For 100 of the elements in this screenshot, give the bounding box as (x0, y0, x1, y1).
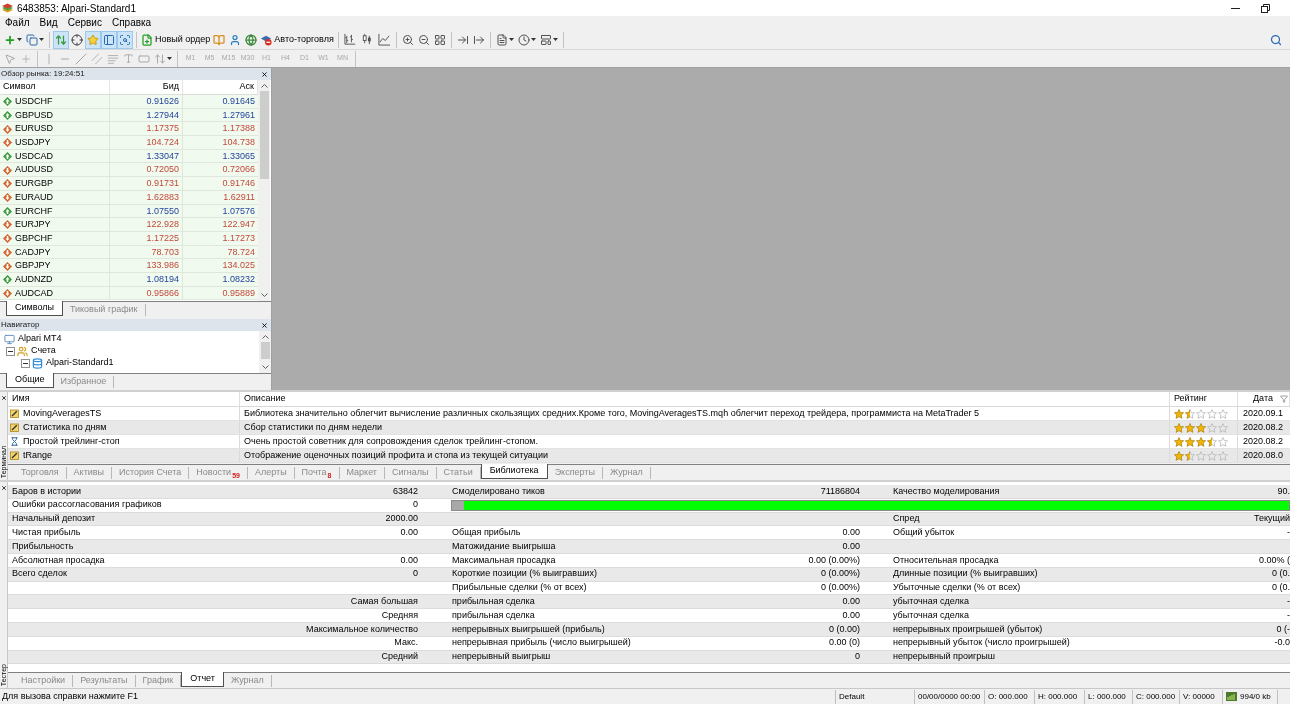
panel-title: Обзор рынка: 19:24:51 (1, 69, 85, 79)
new-order-button[interactable]: Новый ордер (140, 30, 212, 49)
toggle-button[interactable] (85, 30, 101, 49)
stat-label: Относительная просадка (893, 553, 999, 567)
collapse-icon[interactable] (6, 346, 15, 356)
menu-item[interactable]: Справка (106, 17, 157, 29)
star-icon (1196, 450, 1206, 461)
stat-label: Баров в истории (12, 484, 82, 498)
search-button[interactable] (1270, 33, 1282, 46)
stat-value: 0.00 (842, 595, 860, 609)
stat-label: непрерывный убыток (число проигрышей) (893, 636, 1070, 650)
filter-icon[interactable] (1280, 395, 1288, 403)
minimize-icon (1230, 7, 1240, 9)
down-arrow-icon (3, 247, 12, 257)
collapse-icon[interactable] (21, 358, 30, 368)
date-text: 2020.08.0 (1243, 448, 1284, 462)
column-header[interactable]: Рейтинг (1174, 392, 1208, 406)
stat-label: Общий убыток (893, 526, 955, 540)
toggle-button[interactable] (53, 30, 69, 49)
stat-value: 63842 (392, 484, 418, 498)
tab[interactable]: Сигналы (385, 467, 437, 479)
crosshair-icon (71, 33, 83, 46)
close-button[interactable] (0, 395, 7, 401)
menu-item[interactable]: Файл (0, 17, 35, 29)
tab[interactable]: Маркет (339, 467, 385, 479)
star-icon (1174, 436, 1184, 447)
tree-item[interactable]: Счета (31, 344, 56, 358)
bar-chart-icon (343, 33, 357, 46)
ask-price: 1.08232 (222, 272, 255, 286)
auto-trading-button[interactable]: Авто-торговля (259, 30, 335, 49)
tab[interactable]: Журнал (223, 675, 272, 687)
star-icon (1185, 422, 1195, 433)
scrollbar[interactable] (258, 80, 270, 301)
ask-price: 0.91645 (222, 95, 255, 108)
star-icon (1218, 408, 1228, 419)
symbol-name: CADJPY (15, 245, 51, 259)
tab[interactable]: Журнал (602, 467, 651, 479)
scroll-thumb[interactable] (260, 342, 270, 359)
tab[interactable]: Общие (6, 373, 54, 388)
stat-label: Чистая прибыль (12, 526, 81, 540)
down-arrow-icon (3, 193, 12, 203)
column-header[interactable]: Описание (244, 392, 286, 406)
close-button[interactable] (261, 321, 268, 329)
tab[interactable]: История Счета (112, 467, 190, 479)
menu-item[interactable]: Сервис (62, 17, 107, 29)
stat-value: 0 (- (1276, 622, 1290, 636)
tab[interactable]: Тиковый график (62, 304, 146, 316)
monitor-icon (4, 333, 15, 345)
column-header[interactable]: Имя (12, 392, 30, 406)
toggle-button[interactable] (101, 30, 117, 49)
star-icon (1218, 422, 1228, 433)
stat-label: Средняя (381, 608, 418, 622)
channel-icon (91, 52, 103, 65)
tab[interactable]: Эксперты (547, 467, 603, 479)
plus-icon (4, 33, 16, 46)
star-icon (1218, 450, 1228, 461)
tab[interactable]: Торговля (14, 467, 67, 479)
tab[interactable]: Библиотека (480, 464, 548, 479)
scrollbar[interactable] (259, 331, 271, 373)
library-name: tRange (23, 448, 53, 462)
down-arrow-icon (3, 261, 12, 271)
stat-label: прибыльная сделка (452, 608, 535, 622)
tab[interactable]: Статьи (436, 467, 481, 479)
star-icon (1196, 408, 1206, 419)
caret-icon (167, 57, 172, 60)
tab[interactable]: Результаты (73, 675, 136, 687)
close-button[interactable] (0, 485, 7, 491)
star-icon (1174, 408, 1184, 419)
bid-price: 133.986 (146, 259, 179, 273)
stat-label: Самая большая (350, 595, 418, 609)
arrow-to-line-icon (456, 33, 469, 46)
column-header[interactable]: Дата (1253, 392, 1273, 406)
tab[interactable]: Избранное (53, 376, 115, 388)
ask-price: 1.33065 (222, 149, 255, 163)
stat-value: 71186804 (820, 484, 860, 498)
column-header[interactable]: Бид (110, 80, 183, 94)
tab[interactable]: Активы (66, 467, 113, 479)
menu-item[interactable]: Вид (34, 17, 63, 29)
stat-value: 0.00 (842, 608, 860, 622)
stat-value: - (1287, 526, 1290, 540)
tab[interactable]: Алерты (247, 467, 295, 479)
toggle-button[interactable] (117, 30, 133, 49)
down-arrow-icon (3, 165, 12, 175)
bid-price: 1.17375 (146, 122, 179, 136)
stat-value: Текущий (1254, 512, 1290, 526)
scroll-thumb[interactable] (259, 91, 269, 180)
tab[interactable]: Отчет (181, 672, 224, 687)
template-icon (539, 33, 552, 46)
close-button[interactable] (261, 70, 268, 78)
stat-label: Качество моделирования (893, 484, 1000, 498)
down-arrow-icon (3, 234, 12, 244)
stat-label: Общая прибыль (452, 526, 521, 540)
tab[interactable]: Символы (6, 301, 63, 316)
column-header[interactable]: Символ (0, 80, 110, 94)
tree-item[interactable]: Alpari MT4 (18, 332, 62, 346)
date-text: 2020.09.1 (1243, 406, 1284, 420)
symbol-name: USDJPY (15, 136, 51, 150)
symbol-name: EURAUD (15, 190, 53, 204)
tree-item[interactable]: Alpari-Standard1 (46, 356, 114, 370)
tab[interactable]: Настройки (14, 675, 74, 687)
